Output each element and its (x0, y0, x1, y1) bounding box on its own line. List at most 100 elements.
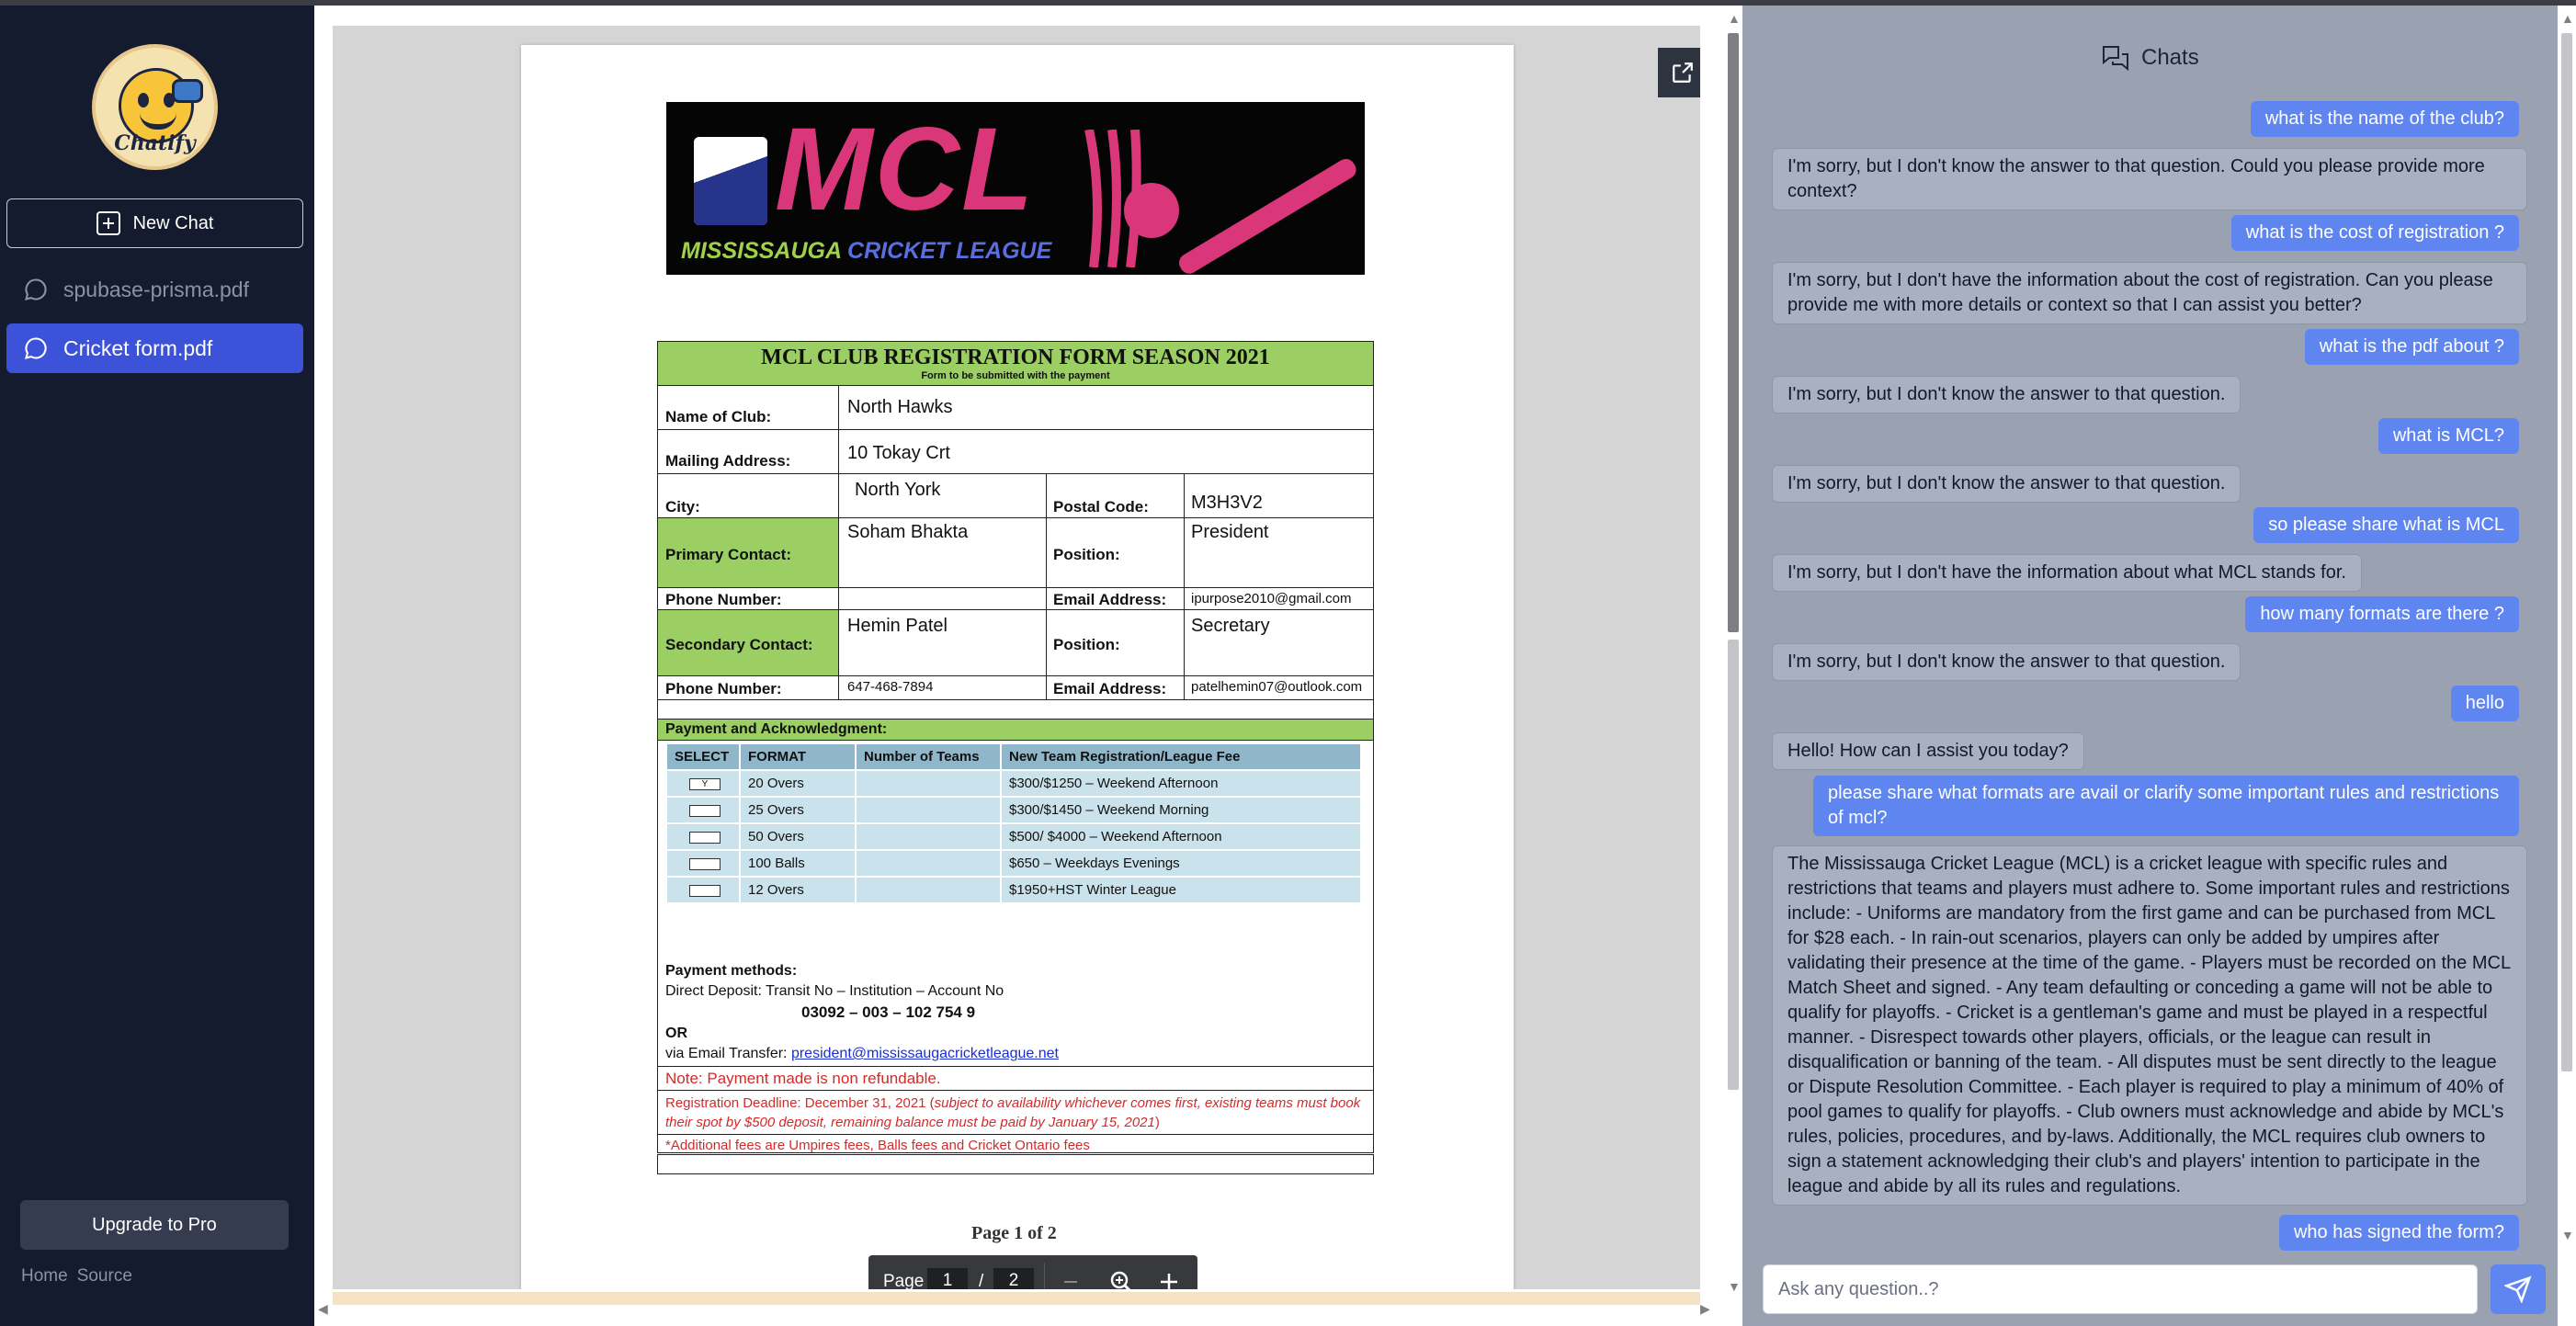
cell-fee: $1950+HST Winter League (1002, 878, 1362, 904)
table-row: 25 Overs $300/$1450 – Weekend Morning (667, 798, 1362, 824)
page-number-input[interactable]: 1 (927, 1268, 968, 1289)
row-city: City: North York Postal Code: M3H3V2 (658, 474, 1373, 518)
scroll-down-arrow-icon[interactable]: ▼ (2561, 1228, 2574, 1242)
divider (1046, 518, 1047, 587)
payment-methods-label: Payment methods: (665, 963, 798, 979)
cell-teams (857, 851, 1002, 878)
row-phone-2: Phone Number: 647-468-7894 Email Address… (658, 676, 1373, 700)
value-postal: M3H3V2 (1191, 493, 1263, 513)
row-primary-contact: Primary Contact: Soham Bhakta Position: … (658, 518, 1373, 588)
chat-bubble-icon (25, 278, 47, 300)
divider-line (658, 1134, 1373, 1135)
label-postal: Postal Code: (1053, 498, 1149, 516)
chat-item-label: spubase-prisma.pdf (63, 277, 249, 301)
divider-line (658, 1090, 1373, 1091)
scrollbar-thumb[interactable] (1728, 33, 1739, 632)
open-external-button[interactable] (1658, 48, 1700, 97)
chatify-logo[interactable]: Chatify (92, 44, 218, 170)
select-checkbox[interactable] (689, 831, 721, 844)
email-transfer-line: via Email Transfer: president@mississaug… (665, 1046, 1059, 1061)
cricket-ball-icon (1124, 183, 1179, 238)
zoom-out-icon[interactable] (1061, 1273, 1080, 1289)
horizontal-scrollbar[interactable] (333, 1292, 1700, 1305)
scroll-up-arrow-icon[interactable]: ▲ (2561, 11, 2574, 26)
chat-message-bot: I'm sorry, but I don't know the answer t… (1772, 465, 2241, 503)
scrollbar-track (1728, 640, 1739, 1090)
cricket-bat-icon (1175, 155, 1360, 275)
select-checkbox[interactable] (689, 884, 721, 897)
cell-teams (857, 824, 1002, 851)
form-title: MCL CLUB REGISTRATION FORM SEASON 2021 (761, 346, 1270, 369)
payment-header: Payment and Acknowledgment: (658, 719, 1373, 741)
cell-teams (857, 798, 1002, 824)
row-secondary-contact: Secondary Contact: Hemin Patel Position:… (658, 610, 1373, 676)
pdf-page: MCL MISSISSAUGA CRICKET LEAGUE MCL CLUB … (521, 45, 1514, 1289)
account-number: 03092 – 003 – 102 754 9 (801, 1003, 976, 1021)
select-checkbox[interactable] (689, 857, 721, 870)
banner-subtitle: MISSISSAUGA CRICKET LEAGUE (681, 238, 1052, 264)
chat-message-bot: I'm sorry, but I don't know the answer t… (1772, 148, 2527, 210)
logo-wordmark: Chatify (114, 131, 196, 155)
chat-scrollbar[interactable]: ▲ ▼ (2558, 6, 2576, 1326)
label-primary: Primary Contact: (665, 546, 791, 563)
email-transfer-link[interactable]: president@mississaugacricketleague.net (791, 1046, 1059, 1061)
source-link[interactable]: Source (77, 1266, 132, 1286)
or-text: OR (665, 1026, 687, 1041)
value-primary: Soham Bhakta (847, 522, 969, 542)
col-select: SELECT (667, 744, 741, 771)
fee-table: SELECT FORMAT Number of Teams New Team R… (667, 744, 1362, 904)
chat-item-spubase-prisma[interactable]: spubase-prisma.pdf (6, 265, 303, 314)
label-city: City: (665, 498, 700, 516)
cell-format: 25 Overs (741, 798, 857, 824)
zoom-icon[interactable] (1109, 1270, 1133, 1289)
external-link-icon (1673, 62, 1693, 83)
scroll-up-arrow-icon[interactable]: ▲ (1728, 11, 1741, 26)
scroll-right-arrow-icon[interactable]: ▶ (1700, 1301, 1710, 1317)
table-row: Y 20 Overs $300/$1250 – Weekend Afternoo… (667, 771, 1362, 798)
value-city: North York (855, 480, 941, 500)
send-button[interactable] (2491, 1264, 2546, 1314)
table-row: 12 Overs $1950+HST Winter League (667, 878, 1362, 904)
value-email-2: patelhemin07@outlook.com (1191, 679, 1363, 695)
value-secondary: Hemin Patel (847, 616, 948, 636)
divider (1184, 518, 1185, 587)
home-link[interactable]: Home (21, 1266, 68, 1286)
zoom-in-icon[interactable] (1159, 1272, 1179, 1289)
divider (838, 676, 839, 699)
chat-message-user: so please share what is MCL (2253, 507, 2519, 543)
chat-bubble-icon (25, 337, 47, 359)
table-row: 50 Overs $500/ $4000 – Weekend Afternoon (667, 824, 1362, 851)
divider (1184, 588, 1185, 609)
ask-question-input[interactable]: Ask any question..? (1763, 1264, 2478, 1314)
divider (838, 474, 839, 517)
form-blank-row (657, 1154, 1374, 1174)
scrollbar-thumb[interactable] (2561, 33, 2572, 1071)
value-club-name: North Hawks (847, 397, 953, 417)
scroll-left-arrow-icon[interactable]: ◀ (318, 1301, 328, 1317)
divider (838, 610, 839, 675)
chat-message-user: what is MCL? (2377, 418, 2519, 454)
col-fee: New Team Registration/League Fee (1002, 744, 1362, 771)
chat-item-cricket-form[interactable]: Cricket form.pdf (6, 323, 303, 373)
new-chat-label: New Chat (132, 212, 214, 233)
new-chat-button[interactable]: New Chat (6, 198, 303, 248)
row-mailing-address: Mailing Address: 10 Tokay Crt (658, 430, 1373, 474)
chat-header-title: Chats (2141, 45, 2199, 70)
select-checkbox[interactable] (689, 804, 721, 817)
divider (1046, 474, 1047, 517)
divider (838, 430, 839, 473)
cell-fee: $300/$1250 – Weekend Afternoon (1002, 771, 1362, 798)
col-teams: Number of Teams (857, 744, 1002, 771)
scroll-down-arrow-icon[interactable]: ▼ (1728, 1279, 1741, 1294)
cell-fee: $300/$1450 – Weekend Morning (1002, 798, 1362, 824)
page-total: 2 (993, 1268, 1034, 1289)
label-email: Email Address: (1053, 680, 1167, 697)
page-footer-text: Page 1 of 2 (971, 1223, 1057, 1243)
banner-title: MCL (775, 104, 1036, 235)
cell-format: 50 Overs (741, 824, 857, 851)
divider (1184, 676, 1185, 699)
upgrade-to-pro-button[interactable]: Upgrade to Pro (20, 1200, 289, 1250)
select-checkbox[interactable]: Y (689, 777, 721, 790)
vertical-scrollbar[interactable]: ▲ ▼ (1724, 6, 1742, 1326)
pdf-canvas[interactable]: MCL MISSISSAUGA CRICKET LEAGUE MCL CLUB … (333, 26, 1700, 1289)
